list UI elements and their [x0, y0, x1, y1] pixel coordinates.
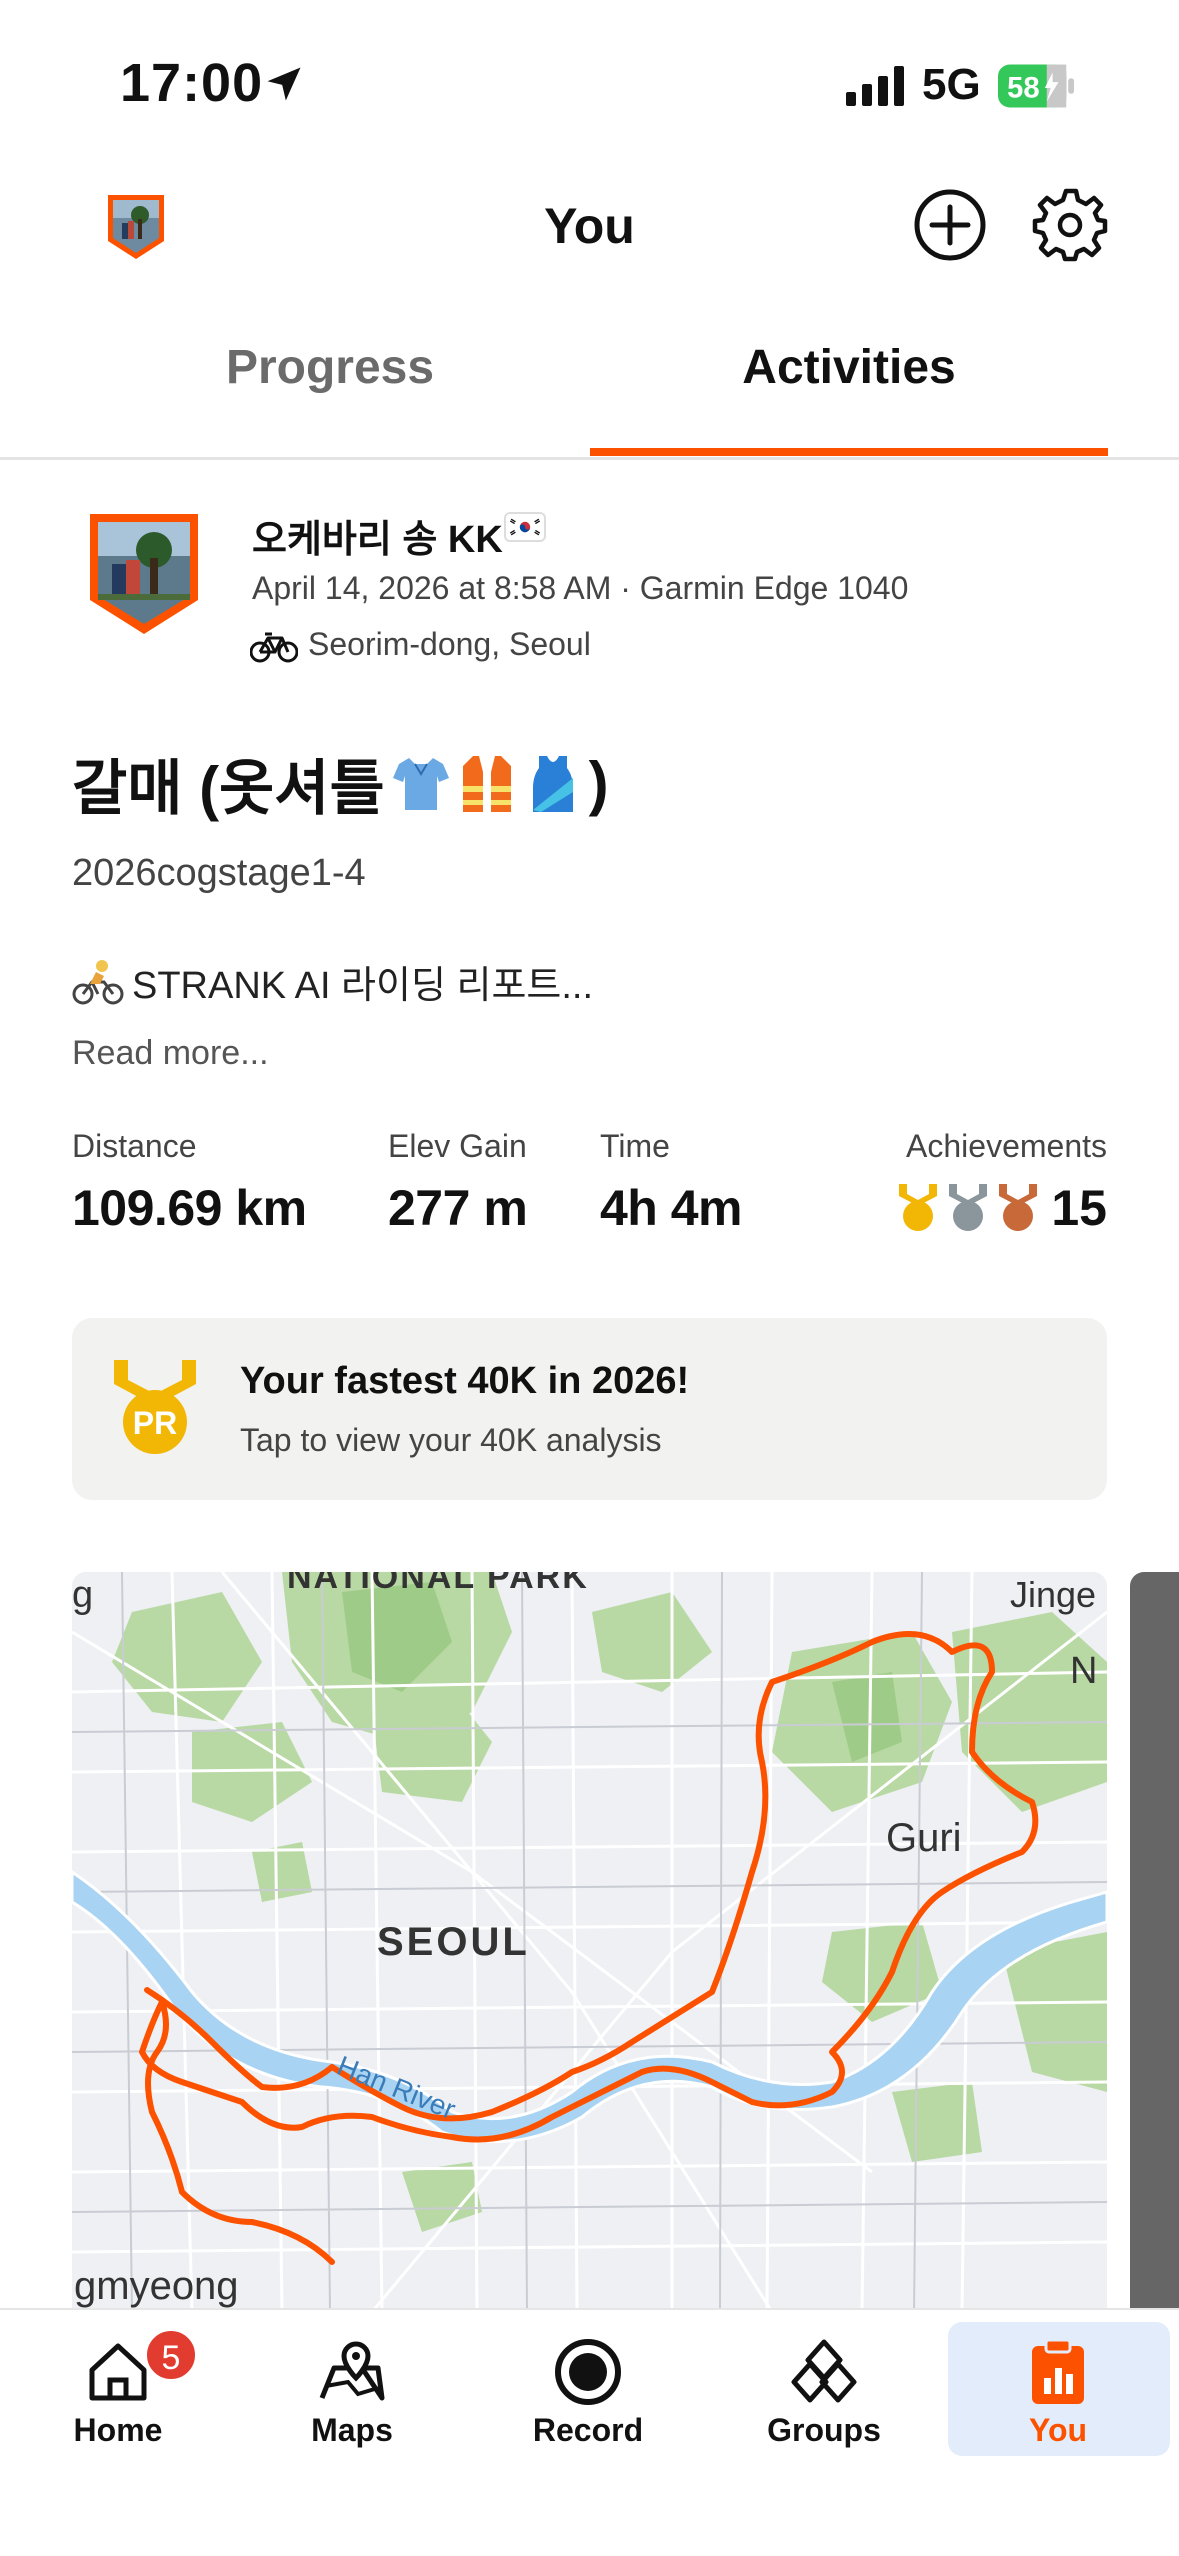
activity-title-text: 갈매 (옷셔틀 — [72, 755, 385, 822]
achievements-label: Achievements — [906, 1128, 1107, 1164]
page-title: You — [544, 198, 635, 254]
pr-title: Your fastest 40K in 2026! — [240, 1360, 690, 1402]
groups-icon — [791, 2339, 857, 2403]
tab-home[interactable]: 5 Home — [8, 2322, 228, 2456]
map-label-n: N — [1070, 1650, 1098, 1692]
header: You — [0, 175, 1179, 275]
time-value: 4h 4m — [600, 1180, 743, 1236]
map-label-seoul: SEOUL — [377, 1920, 530, 1964]
achievements-row: 15 — [895, 1179, 1107, 1237]
battery-level: 58 — [1007, 73, 1040, 105]
activity-description: STRANK AI 라이딩 리포트... — [72, 954, 593, 1009]
activity-subtitle: 2026cogstage1-4 — [72, 852, 366, 894]
map-label-gmyeong: gmyeong — [74, 2264, 239, 2308]
athlete-avatar[interactable] — [84, 508, 204, 640]
distance-value: 109.69 km — [72, 1180, 307, 1236]
add-circle-icon[interactable] — [912, 187, 988, 263]
bottom-tab-bar: 5 Home Maps Record Groups You — [0, 2308, 1179, 2556]
tab-groups[interactable]: Groups — [714, 2322, 934, 2456]
active-tab-indicator — [590, 448, 1108, 456]
tab-progress[interactable]: Progress — [70, 340, 590, 395]
tab-you[interactable]: You — [948, 2322, 1170, 2456]
activity-title[interactable]: 갈매 (옷셔틀 ) — [72, 740, 609, 827]
map-label-guri: Guri — [886, 1816, 962, 1860]
stat-achievements[interactable]: Achievements 15 — [895, 1128, 1107, 1237]
location-arrow-icon — [267, 67, 301, 101]
cyclist-emoji-icon — [72, 959, 124, 1004]
activity-meta: April 14, 2026 at 8:58 AM · Garmin Edge … — [252, 570, 909, 606]
pr-subtitle: Tap to view your 40K analysis — [240, 1422, 662, 1458]
running-shirt-emoji-icon — [532, 755, 573, 812]
pr-badge-text: PR — [133, 1405, 177, 1441]
route-map[interactable]: NATIONAL PARK Jinge N Guri SEOUL Han Riv… — [72, 1572, 1107, 2312]
home-icon — [89, 2343, 147, 2401]
cellular-signal-icon — [846, 66, 904, 106]
polo-shirt-emoji-icon — [392, 757, 449, 810]
status-bar: 17:00 5G 58 — [0, 0, 1179, 150]
tab-bar-top: Progress Activities — [0, 320, 1179, 460]
elev-gain-value: 277 m — [388, 1180, 528, 1236]
athlete-name[interactable]: 오케바리 송 KK — [252, 508, 503, 563]
tab-maps[interactable]: Maps — [242, 2322, 462, 2456]
battery-icon: 58 — [998, 64, 1075, 108]
time-label: Time — [600, 1128, 670, 1164]
gold-medal-icon — [899, 1184, 938, 1231]
pr-medal-icon: PR — [114, 1360, 196, 1454]
activity-location: Seorim-dong, Seoul — [308, 626, 591, 662]
stat-time: Time 4h 4m — [600, 1128, 743, 1237]
stat-distance: Distance 109.69 km — [72, 1128, 307, 1237]
tab-you-label: You — [1028, 2412, 1088, 2448]
pr-card[interactable]: PR Your fastest 40K in 2026! Tap to view… — [72, 1318, 1107, 1500]
tab-activities[interactable]: Activities — [589, 340, 1109, 395]
gear-icon[interactable] — [1032, 187, 1108, 263]
status-time: 17:00 — [120, 53, 264, 113]
silver-medal-icon — [949, 1184, 988, 1231]
read-more-link[interactable]: Read more... — [72, 1034, 269, 1073]
activity-description-text: STRANK AI 라이딩 리포트... — [132, 965, 594, 1007]
next-media-card[interactable] — [1130, 1572, 1179, 2312]
map-label-g: g — [72, 1574, 94, 1616]
elev-gain-label: Elev Gain — [388, 1128, 527, 1164]
bronze-medal-icon — [999, 1184, 1038, 1231]
tab-groups-label: Groups — [767, 2412, 881, 2448]
tab-record-label: Record — [532, 2412, 644, 2448]
network-type: 5G — [922, 60, 981, 109]
home-notification-badge: 5 — [144, 2328, 198, 2382]
maps-icon — [319, 2341, 385, 2401]
tab-maps-label: Maps — [311, 2412, 393, 2448]
activity-title-end: ) — [588, 750, 609, 817]
safety-vest-emoji-icon — [462, 755, 511, 812]
achievements-count: 15 — [1051, 1180, 1107, 1236]
map-label-national-park: NATIONAL PARK — [287, 1572, 589, 1596]
stat-elev-gain: Elev Gain 277 m — [388, 1128, 528, 1237]
map-label-jinge: Jinge — [1010, 1574, 1097, 1615]
you-clipboard-icon — [1032, 2338, 1084, 2404]
map-canvas — [72, 1572, 1107, 2312]
bike-icon — [250, 632, 298, 663]
korea-flag-icon — [504, 512, 546, 542]
tab-record[interactable]: Record — [478, 2322, 698, 2456]
tab-home-label: Home — [73, 2412, 163, 2448]
record-icon — [555, 2339, 621, 2405]
distance-label: Distance — [72, 1128, 197, 1164]
